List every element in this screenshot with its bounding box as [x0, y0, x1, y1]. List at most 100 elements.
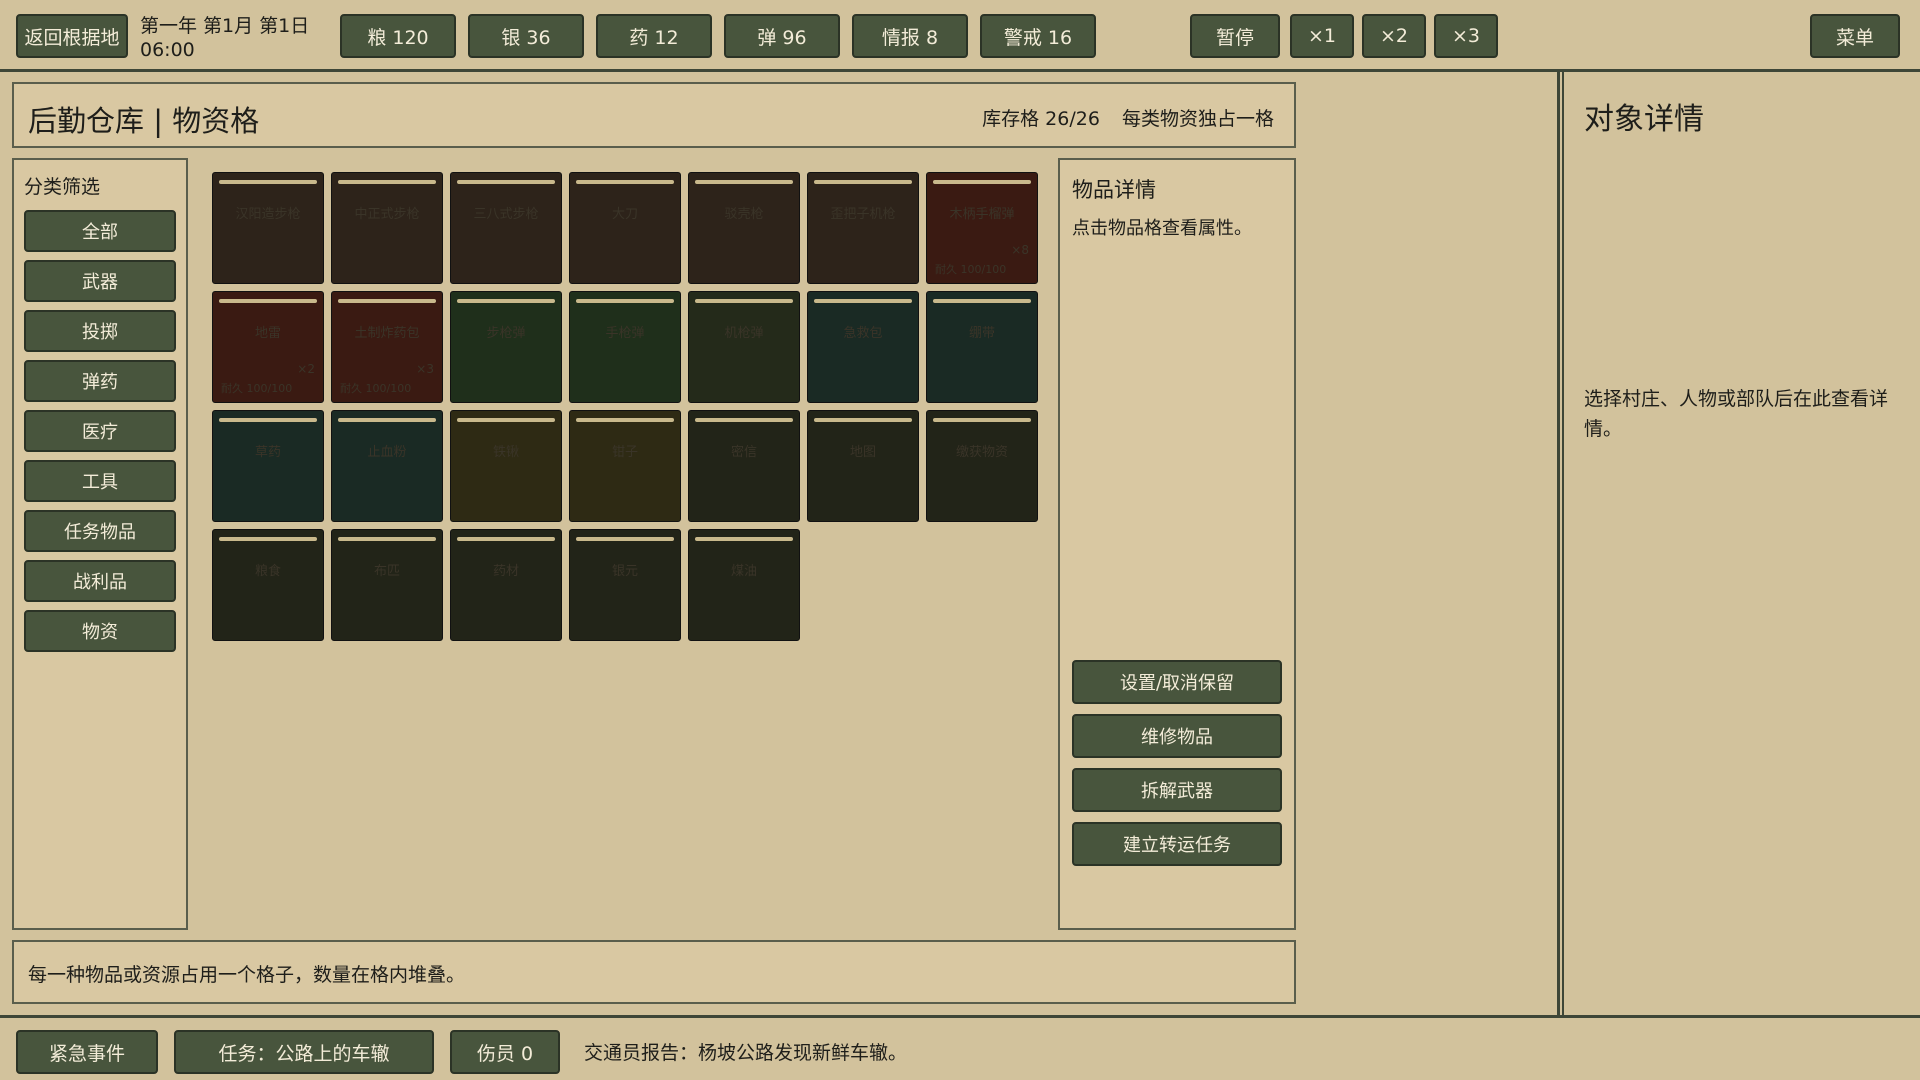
menu-button[interactable]: 菜单 — [1810, 14, 1900, 58]
item-name: 绷带 — [968, 326, 995, 341]
item-name: 地图 — [849, 445, 876, 460]
durability-bar — [457, 537, 555, 541]
item-name: 缴获物资 — [955, 445, 1008, 460]
filter-ammo[interactable]: 弹药 — [24, 360, 176, 402]
resource-intel[interactable]: 情报 8 — [852, 14, 968, 58]
item-name: 止血粉 — [367, 445, 407, 460]
item-name: 中正式步枪 — [354, 207, 420, 222]
item-name: 药材 — [492, 564, 519, 579]
item-name: 布匹 — [373, 564, 400, 579]
item-name: 步枪弹 — [486, 326, 526, 341]
item-name: 驳壳枪 — [724, 207, 764, 222]
inventory-cell[interactable]: 地图 — [807, 410, 919, 522]
current-task-button[interactable]: 任务：公路上的车辙 — [174, 1030, 434, 1074]
inventory-cell[interactable]: 药材 — [450, 529, 562, 641]
durability-bar — [576, 299, 674, 303]
inventory-cell[interactable]: 缴获物资 — [926, 410, 1038, 522]
item-name: 银元 — [611, 564, 638, 579]
inventory-cell[interactable]: 草药 — [212, 410, 324, 522]
filter-quest-items[interactable]: 任务物品 — [24, 510, 176, 552]
page-title: 后勤仓库 | 物资格 — [28, 104, 260, 138]
info-note: 每一种物品或资源占用一个格子，数量在格内堆叠。 — [12, 940, 1296, 1004]
inventory-cell[interactable]: 大刀 — [569, 172, 681, 284]
stock-count: 库存格 26/26 — [982, 108, 1100, 130]
inventory-cell[interactable]: 止血粉 — [331, 410, 443, 522]
stock-info: 库存格 26/26 每类物资独占一格 — [966, 104, 1274, 131]
repair-item-button[interactable]: 维修物品 — [1072, 714, 1282, 758]
item-count: ×3 — [416, 362, 434, 376]
item-name: 急救包 — [843, 326, 883, 341]
durability-bar — [576, 418, 674, 422]
resource-silver[interactable]: 银 36 — [468, 14, 584, 58]
inventory-cell[interactable]: 粮食 — [212, 529, 324, 641]
back-to-base-button[interactable]: 返回根据地 — [16, 14, 128, 58]
inventory-cell[interactable]: 密信 — [688, 410, 800, 522]
durability-bar — [457, 418, 555, 422]
filter-all[interactable]: 全部 — [24, 210, 176, 252]
inventory-cell[interactable]: 手枪弹 — [569, 291, 681, 403]
inventory-cell[interactable]: 驳壳枪 — [688, 172, 800, 284]
filter-tools[interactable]: 工具 — [24, 460, 176, 502]
item-name: 汉阳造步枪 — [235, 207, 301, 222]
wounded-button[interactable]: 伤员 0 — [450, 1030, 560, 1074]
durability-bar — [695, 418, 793, 422]
inventory-cell[interactable]: 步枪弹 — [450, 291, 562, 403]
pause-button[interactable]: 暂停 — [1190, 14, 1280, 58]
toggle-reserve-button[interactable]: 设置/取消保留 — [1072, 660, 1282, 704]
urgent-event-button[interactable]: 紧急事件 — [16, 1030, 158, 1074]
resource-alert[interactable]: 警戒 16 — [980, 14, 1096, 58]
inventory-cell[interactable]: 银元 — [569, 529, 681, 641]
resource-ammo[interactable]: 弹 96 — [724, 14, 840, 58]
object-detail-hint: 选择村庄、人物或部队后在此查看详情。 — [1584, 388, 1889, 440]
inventory-cell[interactable]: 布匹 — [331, 529, 443, 641]
durability-bar — [695, 180, 793, 184]
item-name: 木柄手榴弹 — [949, 207, 1015, 222]
inventory-cell[interactable]: 钳子 — [569, 410, 681, 522]
durability-bar — [933, 299, 1031, 303]
speed-1x-button[interactable]: ×1 — [1290, 14, 1354, 58]
item-durability: 耐久 100/100 — [340, 382, 412, 395]
inventory-cell[interactable]: 土制炸药包 ×3 耐久 100/100 — [331, 291, 443, 403]
item-name: 煤油 — [730, 564, 757, 579]
durability-bar — [338, 537, 436, 541]
filter-weapons[interactable]: 武器 — [24, 260, 176, 302]
item-name: 钳子 — [611, 445, 638, 460]
filter-throwables[interactable]: 投掷 — [24, 310, 176, 352]
inventory-cell[interactable]: 汉阳造步枪 — [212, 172, 324, 284]
item-name: 密信 — [730, 445, 757, 460]
item-durability: 耐久 100/100 — [221, 382, 293, 395]
durability-bar — [219, 418, 317, 422]
inventory-cell[interactable]: 木柄手榴弹 ×8 耐久 100/100 — [926, 172, 1038, 284]
inventory-cell[interactable]: 煤油 — [688, 529, 800, 641]
inventory-cell[interactable]: 地雷 ×2 耐久 100/100 — [212, 291, 324, 403]
inventory-cell[interactable]: 绷带 — [926, 291, 1038, 403]
item-detail-panel: 物品详情 点击物品格查看属性。 设置/取消保留 维修物品 拆解武器 建立转运任务 — [1058, 158, 1296, 930]
item-durability: 耐久 100/100 — [935, 263, 1007, 276]
item-name: 歪把子机枪 — [830, 207, 896, 222]
item-name: 机枪弹 — [724, 326, 764, 341]
durability-bar — [576, 180, 674, 184]
inventory-cell[interactable]: 机枪弹 — [688, 291, 800, 403]
dismantle-weapon-button[interactable]: 拆解武器 — [1072, 768, 1282, 812]
filter-medical[interactable]: 医疗 — [24, 410, 176, 452]
inventory-cell[interactable]: 中正式步枪 — [331, 172, 443, 284]
item-detail-title: 物品详情 — [1072, 178, 1156, 202]
inventory-cell[interactable]: 铁锹 — [450, 410, 562, 522]
speed-2x-button[interactable]: ×2 — [1362, 14, 1426, 58]
durability-bar — [933, 180, 1031, 184]
durability-bar — [695, 537, 793, 541]
durability-bar — [814, 299, 912, 303]
inventory-cell[interactable]: 三八式步枪 — [450, 172, 562, 284]
filter-supplies[interactable]: 物资 — [24, 610, 176, 652]
inventory-cell[interactable]: 歪把子机枪 — [807, 172, 919, 284]
item-detail-hint: 点击物品格查看属性。 — [1072, 218, 1252, 239]
resource-grain[interactable]: 粮 120 — [340, 14, 456, 58]
item-name: 手枪弹 — [605, 326, 645, 341]
inventory-cell[interactable]: 急救包 — [807, 291, 919, 403]
item-name: 土制炸药包 — [354, 326, 420, 341]
filter-loot[interactable]: 战利品 — [24, 560, 176, 602]
speed-3x-button[interactable]: ×3 — [1434, 14, 1498, 58]
resource-medicine[interactable]: 药 12 — [596, 14, 712, 58]
item-name: 三八式步枪 — [473, 207, 539, 222]
create-transfer-button[interactable]: 建立转运任务 — [1072, 822, 1282, 866]
